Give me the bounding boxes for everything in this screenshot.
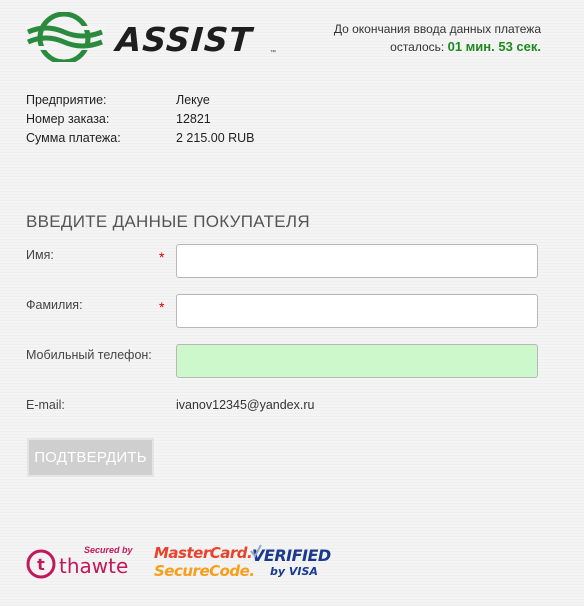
submit-button[interactable]: ПОДТВЕРДИТЬ bbox=[27, 438, 154, 477]
assist-logo-icon bbox=[26, 12, 106, 62]
merchant-label: Предприятие: bbox=[26, 93, 107, 107]
trademark: ™ bbox=[270, 50, 276, 56]
visa-line2: by VISA bbox=[270, 565, 318, 578]
form-title: ВВЕДИТЕ ДАННЫЕ ПОКУПАТЕЛЯ bbox=[26, 212, 310, 231]
timer-caption: До окончания ввода данных платежа bbox=[333, 22, 541, 36]
thawte-name: thawte bbox=[59, 554, 129, 578]
timer-value: 01 мин. 53 сек. bbox=[447, 39, 541, 54]
phone-label: Мобильный телефон: bbox=[26, 348, 152, 362]
phone-input[interactable] bbox=[176, 344, 538, 378]
merchant-value: Лекуе bbox=[176, 93, 210, 107]
mastercard-line2: SecureCode. bbox=[154, 562, 255, 580]
svg-text:t: t bbox=[37, 555, 45, 574]
last-name-input[interactable] bbox=[176, 294, 538, 328]
email-value: ivanov12345@yandex.ru bbox=[176, 398, 315, 412]
mastercard-securecode-badge: MasterCard. SecureCode. bbox=[154, 544, 255, 580]
thawte-seal-icon: t bbox=[26, 549, 56, 579]
brand-name: ASSIST bbox=[114, 20, 254, 59]
required-mark: * bbox=[159, 249, 165, 265]
amount-value: 2 215.00 RUB bbox=[176, 131, 255, 145]
visa-line1: VERIFIED bbox=[252, 546, 331, 565]
timer-prefix: осталось: bbox=[390, 40, 445, 54]
mastercard-line1: MasterCard. bbox=[154, 544, 253, 562]
timer-remaining: осталось: 01 мин. 53 сек. bbox=[390, 39, 541, 54]
thawte-badge: t Secured by thawte bbox=[26, 544, 142, 584]
last-name-label: Фамилия: bbox=[26, 298, 83, 312]
visa-check-icon bbox=[250, 544, 262, 558]
amount-label: Сумма платежа: bbox=[26, 131, 121, 145]
order-number-value: 12821 bbox=[176, 112, 211, 126]
first-name-label: Имя: bbox=[26, 248, 54, 262]
order-number-label: Номер заказа: bbox=[26, 112, 110, 126]
first-name-input[interactable] bbox=[176, 244, 538, 278]
verified-by-visa-badge: VERIFIED by VISA bbox=[250, 538, 331, 578]
email-label: E-mail: bbox=[26, 398, 65, 412]
required-mark: * bbox=[159, 299, 165, 315]
